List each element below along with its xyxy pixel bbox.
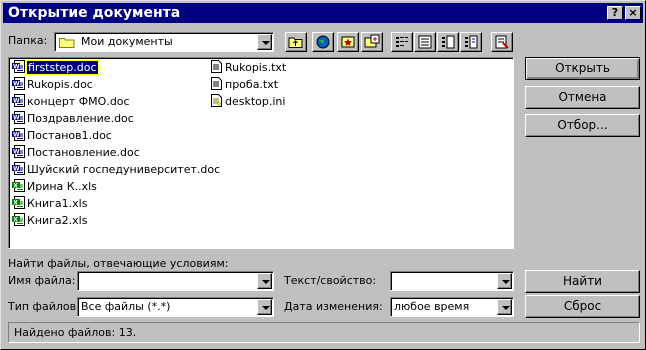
word-doc-icon: W	[12, 60, 25, 73]
file-name: Поздравление.doc	[27, 112, 134, 125]
filetype-value: Все файлы (*.*)	[81, 300, 171, 313]
file-name: Постановление.doc	[27, 146, 140, 159]
filename-label: Имя файла:	[8, 274, 76, 287]
folder-value: Мои документы	[81, 35, 173, 48]
properties-view-icon[interactable]	[437, 32, 459, 52]
word-doc-icon: W	[12, 162, 25, 175]
filetype-dropdown[interactable]: Все файлы (*.*)	[77, 297, 274, 317]
file-list-item[interactable]: проба.txt	[210, 77, 278, 93]
text-property-dropdown-arrow[interactable]	[497, 273, 512, 289]
svg-text:X: X	[13, 216, 18, 223]
file-list-item[interactable]: W Постановление.doc	[12, 145, 140, 161]
file-name: Ирина К..xls	[27, 180, 97, 193]
svg-text:X: X	[13, 199, 18, 206]
modified-date-value: любое время	[394, 300, 470, 313]
svg-text:X: X	[13, 182, 18, 189]
svg-text:W: W	[13, 63, 20, 70]
ini-file-icon	[210, 94, 223, 107]
file-list-item[interactable]: Rukopis.txt	[210, 60, 286, 76]
favorites-icon[interactable]	[337, 32, 359, 52]
text-file-icon	[210, 60, 223, 73]
file-name: проба.txt	[225, 78, 279, 91]
status-text: Найдено файлов: 13.	[14, 326, 137, 339]
file-name: firststep.doc	[26, 60, 99, 75]
status-bar: Найдено файлов: 13.	[8, 322, 640, 343]
file-name: Rukopis.doc	[27, 78, 93, 91]
file-name: desktop.ini	[225, 95, 286, 108]
svg-text:W: W	[13, 131, 20, 138]
svg-text:W: W	[13, 80, 20, 87]
folder-dropdown[interactable]: Мои документы	[54, 32, 274, 52]
cancel-button[interactable]: Отмена	[525, 86, 640, 109]
file-list-item[interactable]: Wfirststep.doc	[12, 60, 99, 76]
file-list-item[interactable]: desktop.ini	[210, 94, 285, 110]
word-doc-icon: W	[12, 145, 25, 158]
folder-icon	[59, 36, 75, 48]
file-list-item[interactable]: W Поздравление.doc	[12, 111, 134, 127]
search-heading: Найти файлы, отвечающие условиям:	[8, 257, 229, 270]
svg-text:W: W	[13, 97, 20, 104]
add-to-favorites-icon[interactable]	[361, 32, 383, 52]
file-list-item[interactable]: X Книга2.xls	[12, 213, 87, 229]
excel-xls-icon: X	[12, 179, 25, 192]
file-list-item[interactable]: W Rukopis.doc	[12, 77, 93, 93]
file-list-item[interactable]: W Постанов1.doc	[12, 128, 112, 144]
file-list-item[interactable]: X Книга1.xls	[12, 196, 87, 212]
file-name: концерт ФМО.doc	[27, 95, 130, 108]
file-list-item[interactable]: X Ирина К..xls	[12, 179, 97, 195]
modified-date-label: Дата изменения:	[284, 300, 383, 313]
text-property-dropdown[interactable]	[390, 271, 514, 291]
list-view-icon[interactable]	[391, 32, 413, 52]
folder-dropdown-arrow[interactable]	[257, 34, 272, 50]
reset-button[interactable]: Сброс	[525, 295, 640, 318]
file-name: Шуйский госпедуниверситет.doc	[27, 163, 221, 176]
window-title: Открытие документа	[8, 5, 181, 21]
modified-date-dropdown[interactable]: любое время	[390, 297, 514, 317]
help-icon[interactable]: ?	[607, 6, 623, 20]
folder-label: Папка:	[8, 34, 48, 47]
svg-text:W: W	[13, 165, 20, 172]
filetype-label: Тип файлов:	[8, 300, 80, 313]
svg-text:W: W	[13, 114, 20, 121]
commands-and-settings-icon[interactable]	[491, 32, 513, 52]
search-web-icon[interactable]	[312, 32, 334, 52]
text-file-icon	[210, 77, 223, 90]
file-name: Rukopis.txt	[225, 61, 287, 74]
word-doc-icon: W	[12, 77, 25, 90]
details-view-icon[interactable]	[414, 32, 436, 52]
file-name: Книга1.xls	[27, 197, 88, 210]
filename-dropdown-arrow[interactable]	[257, 273, 272, 289]
word-doc-icon: W	[12, 128, 25, 141]
excel-xls-icon: X	[12, 213, 25, 226]
file-list-item[interactable]: Wконцерт ФМО.doc	[12, 94, 130, 110]
text-property-label: Текст/свойство:	[284, 274, 377, 287]
title-bar[interactable]: Открытие документа ? ×	[3, 3, 643, 23]
file-name: Постанов1.doc	[27, 129, 112, 142]
find-button[interactable]: Найти	[525, 270, 640, 293]
open-button[interactable]: Открыть	[525, 57, 640, 80]
close-icon[interactable]: ×	[625, 6, 641, 20]
svg-text:W: W	[13, 148, 20, 155]
filter-button[interactable]: Отбор...	[525, 114, 640, 137]
excel-xls-icon: X	[12, 196, 25, 209]
preview-view-icon[interactable]	[460, 32, 482, 52]
filename-dropdown[interactable]	[77, 271, 274, 291]
modified-date-dropdown-arrow[interactable]	[497, 299, 512, 315]
file-list[interactable]: Wfirststep.doc W Rukopis.doc Wконцерт ФМО.d…	[8, 57, 514, 249]
file-name: Книга2.xls	[27, 214, 88, 227]
filetype-dropdown-arrow[interactable]	[257, 299, 272, 315]
file-list-item[interactable]: W Шуйский госпедуниверситет.doc	[12, 162, 220, 178]
word-doc-icon: W	[12, 94, 25, 107]
up-one-level-icon[interactable]	[285, 32, 307, 52]
word-doc-icon: W	[12, 111, 25, 124]
open-document-dialog: Открытие документа ? × Папка: Мои докуме…	[0, 0, 646, 350]
